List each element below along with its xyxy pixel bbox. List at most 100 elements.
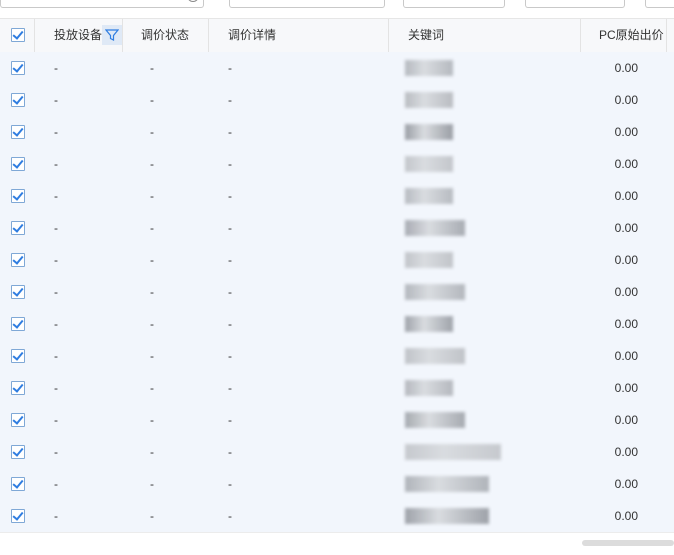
- row-checkbox[interactable]: [11, 189, 25, 203]
- cell-pc-bid[interactable]: 0.00: [590, 148, 638, 180]
- row-checkbox[interactable]: [11, 509, 25, 523]
- select-all-checkbox[interactable]: [11, 28, 25, 42]
- table-header: 投放设备 调价状态 调价详情 关键词 PC原始出价: [0, 18, 674, 53]
- row-checkbox[interactable]: [11, 381, 25, 395]
- cell-pc-bid[interactable]: 0.00: [590, 372, 638, 404]
- cell-detail: -: [228, 61, 232, 75]
- cell-pc-bid[interactable]: 0.00: [590, 276, 638, 308]
- cell-status: -: [150, 477, 154, 491]
- row-checkbox[interactable]: [11, 125, 25, 139]
- table-row[interactable]: - - - 0.00: [0, 116, 674, 148]
- cell-pc-bid[interactable]: 0.00: [590, 116, 638, 148]
- cell-keyword-obscured: [405, 380, 453, 396]
- column-header-detail[interactable]: 调价详情: [228, 19, 276, 52]
- cell-status: -: [150, 317, 154, 331]
- column-header-pc-bid[interactable]: PC原始出价: [599, 19, 664, 52]
- cell-pc-bid[interactable]: 0.00: [590, 404, 638, 436]
- cell-pc-bid[interactable]: 0.00: [590, 244, 638, 276]
- cell-device: -: [54, 509, 58, 523]
- table-row[interactable]: - - - 0.00: [0, 500, 674, 532]
- checkbox-checked-icon: [12, 157, 24, 169]
- checkbox-checked-icon: [12, 317, 24, 329]
- cell-pc-bid[interactable]: 0.00: [590, 468, 638, 500]
- row-checkbox[interactable]: [11, 317, 25, 331]
- checkbox-checked-icon: [12, 413, 24, 425]
- row-checkbox[interactable]: [11, 157, 25, 171]
- cell-pc-bid[interactable]: 0.00: [590, 180, 638, 212]
- row-checkbox[interactable]: [11, 285, 25, 299]
- cell-pc-bid[interactable]: 0.00: [590, 436, 638, 468]
- table-body: - - - 0.00 - - - 0.00 - - - 0.00 - - - 0.00 - - - 0.00 - - - 0.…: [0, 52, 674, 532]
- checkbox-checked-icon: [12, 28, 24, 40]
- cell-detail: -: [228, 317, 232, 331]
- cell-keyword-obscured: [405, 188, 453, 204]
- table-bottom-border: [0, 532, 674, 533]
- column-divider: [388, 19, 389, 52]
- cell-pc-bid[interactable]: 0.00: [590, 308, 638, 340]
- keyword-table: 投放设备 调价状态 调价详情 关键词 PC原始出价 - - - 0.00 - - - 0.00…: [0, 18, 674, 532]
- row-checkbox[interactable]: [11, 413, 25, 427]
- cell-detail: -: [228, 189, 232, 203]
- cell-pc-bid[interactable]: 0.00: [590, 340, 638, 372]
- row-checkbox[interactable]: [11, 61, 25, 75]
- column-header-status[interactable]: 调价状态: [141, 19, 189, 52]
- cell-status: -: [150, 285, 154, 299]
- cell-keyword-obscured: [405, 348, 465, 364]
- row-checkbox[interactable]: [11, 349, 25, 363]
- column-header-keyword[interactable]: 关键词: [408, 19, 444, 52]
- filter-dropdown[interactable]: [229, 0, 385, 8]
- cell-pc-bid[interactable]: 0.00: [590, 500, 638, 532]
- column-header-device[interactable]: 投放设备: [54, 19, 102, 52]
- checkbox-checked-icon: [12, 477, 24, 489]
- table-row[interactable]: - - - 0.00: [0, 52, 674, 84]
- cell-device: -: [54, 349, 58, 363]
- cell-keyword-obscured: [405, 284, 465, 300]
- table-row[interactable]: - - - 0.00: [0, 276, 674, 308]
- cell-keyword-obscured: [405, 476, 489, 492]
- cell-detail: -: [228, 445, 232, 459]
- table-row[interactable]: - - - 0.00: [0, 148, 674, 180]
- cell-status: -: [150, 381, 154, 395]
- filter-icon[interactable]: [102, 25, 122, 45]
- row-checkbox[interactable]: [11, 93, 25, 107]
- column-divider: [122, 19, 123, 52]
- toolbar-button-1[interactable]: [403, 0, 505, 8]
- table-row[interactable]: - - - 0.00: [0, 180, 674, 212]
- row-checkbox[interactable]: [11, 445, 25, 459]
- cell-pc-bid[interactable]: 0.00: [590, 212, 638, 244]
- cell-status: -: [150, 413, 154, 427]
- checkbox-checked-icon: [12, 349, 24, 361]
- table-row[interactable]: - - - 0.00: [0, 340, 674, 372]
- cell-status: -: [150, 93, 154, 107]
- row-checkbox[interactable]: [11, 253, 25, 267]
- checkbox-checked-icon: [12, 285, 24, 297]
- checkbox-checked-icon: [12, 221, 24, 233]
- search-box[interactable]: [0, 0, 204, 8]
- cell-pc-bid[interactable]: 0.00: [590, 52, 638, 84]
- cell-keyword-obscured: [405, 220, 465, 236]
- table-row[interactable]: - - - 0.00: [0, 404, 674, 436]
- table-row[interactable]: - - - 0.00: [0, 84, 674, 116]
- table-row[interactable]: - - - 0.00: [0, 468, 674, 500]
- checkbox-checked-icon: [12, 381, 24, 393]
- table-row[interactable]: - - - 0.00: [0, 212, 674, 244]
- horizontal-scrollbar[interactable]: [582, 540, 674, 546]
- cell-detail: -: [228, 477, 232, 491]
- table-row[interactable]: - - - 0.00: [0, 436, 674, 468]
- help-icon[interactable]: [187, 0, 199, 2]
- table-row[interactable]: - - - 0.00: [0, 244, 674, 276]
- row-checkbox[interactable]: [11, 221, 25, 235]
- cell-status: -: [150, 509, 154, 523]
- table-row[interactable]: - - - 0.00: [0, 308, 674, 340]
- checkbox-checked-icon: [12, 445, 24, 457]
- row-checkbox[interactable]: [11, 477, 25, 491]
- cell-status: -: [150, 221, 154, 235]
- cell-detail: -: [228, 381, 232, 395]
- cell-device: -: [54, 221, 58, 235]
- cell-pc-bid[interactable]: 0.00: [590, 84, 638, 116]
- toolbar-button-2[interactable]: [525, 0, 625, 8]
- table-row[interactable]: - - - 0.00: [0, 372, 674, 404]
- toolbar-button-3[interactable]: [645, 0, 674, 8]
- cell-device: -: [54, 61, 58, 75]
- cell-keyword-obscured: [405, 316, 453, 332]
